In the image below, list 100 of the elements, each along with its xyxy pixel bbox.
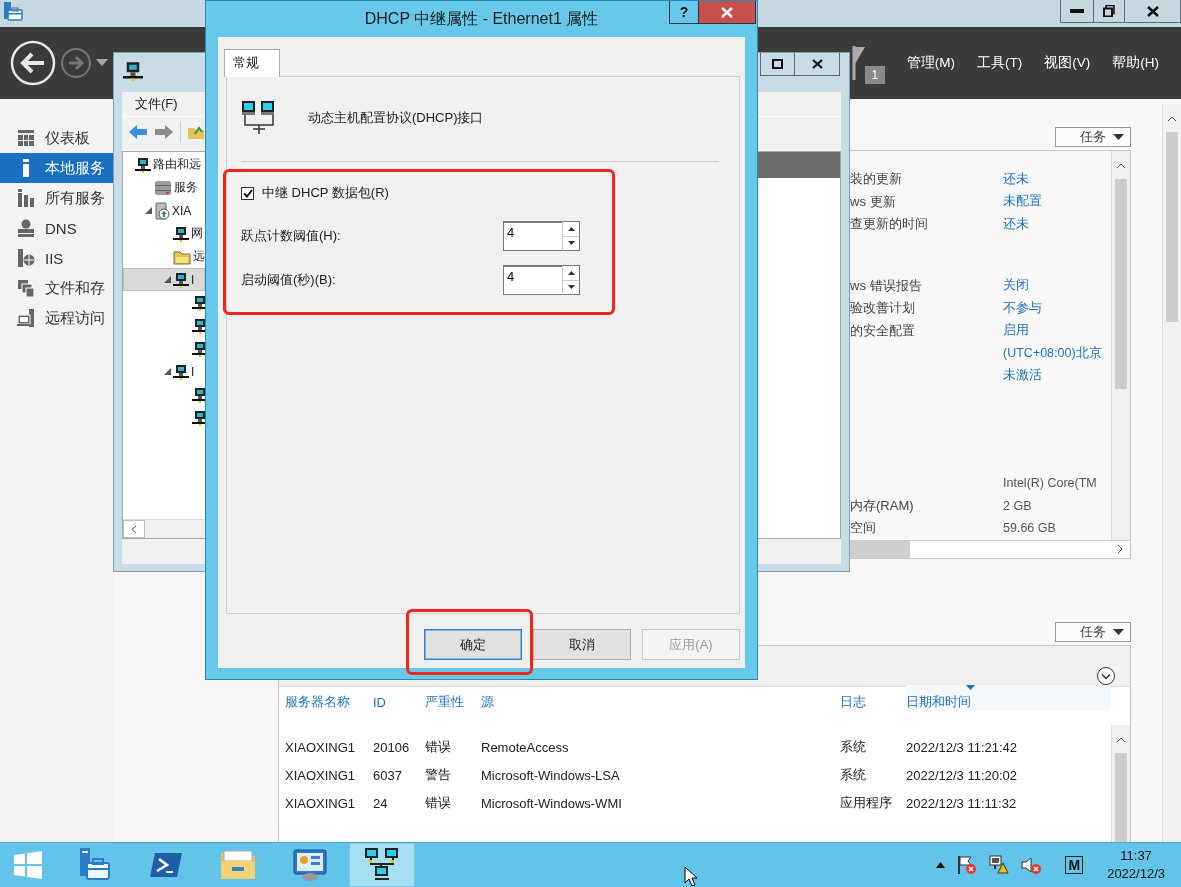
relay-checkbox[interactable]: 中继 DHCP 数据包(R) [241,183,719,203]
property-link[interactable]: 未配置 [1003,193,1042,211]
folder-icon [173,248,191,265]
scroll-thumb[interactable] [1115,179,1127,389]
forward-arrow-icon[interactable] [154,124,174,140]
sort-arrow-icon [966,685,975,690]
back-arrow-icon[interactable] [128,124,148,140]
scroll-left-icon[interactable] [131,524,137,534]
taskbar-app[interactable] [349,843,415,887]
sidebar-item[interactable]: IIS [0,243,113,273]
tree-item[interactable]: I [123,268,205,291]
property-link[interactable]: 未激活 [1003,367,1042,385]
network-computer-icon [135,156,151,173]
sidebar-item[interactable]: 本地服务 [0,153,113,183]
web-server-icon [17,249,35,267]
scroll-up-icon[interactable] [1167,116,1177,122]
scroll-thumb[interactable] [1115,753,1127,842]
sidebar-item[interactable]: 文件和存 [0,273,113,303]
number-field[interactable]: 4 [503,221,562,251]
folder-icon [219,849,257,881]
back-button[interactable] [10,40,56,86]
tree-item[interactable]: 服务 [123,176,205,199]
close-icon [811,59,823,69]
column-header[interactable]: 源 [481,685,840,711]
tree-item[interactable]: I [123,360,205,383]
forward-button[interactable] [60,47,92,79]
column-header[interactable]: 服务器名称 [285,685,373,711]
scrollbar[interactable] [1111,725,1130,842]
expand-button[interactable] [1096,666,1116,686]
restore-icon [1103,5,1115,17]
tree-item[interactable]: XIA [123,199,205,222]
horizontal-scrollbar[interactable] [850,540,1130,558]
input-method-indicator[interactable]: M [1065,856,1084,874]
menu-item[interactable]: 文件(F) [135,95,178,113]
collapse-arrow-icon[interactable] [163,276,171,283]
property-label: ws 更新 [850,192,897,211]
table-cell-text: 错误 [425,738,452,756]
tree-item[interactable]: 网 [123,222,205,245]
server-manager-icon [77,847,111,883]
menu-item[interactable]: 帮助(H) [1112,54,1159,72]
property-link[interactable]: (UTC+08:00)北京 [1003,344,1102,362]
menu-item[interactable]: 管理(M) [906,54,955,72]
description-text: 动态主机配置协议(DHCP)接口 [308,109,484,127]
sidebar-item[interactable]: DNS [0,213,113,243]
horizontal-scrollbar[interactable] [123,519,205,538]
property-link[interactable]: 启用 [1003,322,1029,340]
menu-item[interactable]: 视图(V) [1044,54,1091,72]
property-label: 空间 [850,519,877,538]
caret-icon [1113,134,1124,140]
scroll-thumb[interactable] [850,541,910,558]
property-link[interactable]: 还未 [1003,170,1029,188]
scrollbar[interactable] [1111,151,1130,540]
speaker-muted-icon[interactable] [1021,855,1044,875]
column-header[interactable]: ID [373,686,425,710]
scroll-thumb[interactable] [1166,132,1178,322]
collapse-arrow-icon[interactable] [163,368,171,375]
field-label: 跃点计数阈值(H): [241,227,342,245]
windows-logo-icon [13,851,42,879]
terminal-icon [149,851,183,879]
table-cell-text: 6037 [373,767,403,783]
sidebar-item[interactable]: 仪表板 [0,123,113,153]
scroll-up-icon[interactable] [1116,737,1126,743]
menu-item[interactable]: 工具(T) [977,54,1023,72]
tasks-dropdown[interactable]: 任务 [1055,127,1131,147]
column-header[interactable]: 日志 [840,685,906,711]
tree-item[interactable]: 远 [123,245,205,268]
table-cell-text: 20106 [373,739,411,755]
folder-up-icon[interactable] [187,124,205,140]
network-computer-icon [123,61,143,81]
flag-alert-icon[interactable] [957,855,978,875]
clock[interactable]: 11:37 2022/12/3 [1107,847,1165,883]
scroll-up-icon[interactable] [1116,163,1126,169]
scrollbar[interactable] [1162,104,1181,842]
column-header[interactable]: 日期和时间 [906,685,1111,711]
history-dropdown[interactable] [96,59,108,67]
tree-item[interactable]: 路由和远 [123,153,205,176]
number-field[interactable]: 4 [503,265,562,295]
table-cell-text: 系统 [840,766,867,784]
property-label: 验改善计划 [850,299,916,318]
close-button[interactable] [699,1,756,24]
property-link[interactable]: 还未 [1003,215,1029,233]
flag-icon[interactable] [851,46,865,80]
network-warning-icon[interactable] [989,855,1010,875]
ok-button[interactable]: 确定 [424,629,522,660]
table-cell-text: XIAOXING1 [285,767,357,783]
column-header[interactable]: 严重性 [425,685,481,711]
tab[interactable]: 常规 [224,49,280,77]
property-label: ws 错误报告 [850,276,923,295]
property-value: 2 GB [1003,498,1032,513]
property-link[interactable]: 不参与 [1003,299,1042,317]
server-manager-icon [2,1,24,23]
down-arrow-icon [567,241,575,246]
tasks-dropdown[interactable]: 任务 [1055,622,1131,642]
property-link[interactable]: 关闭 [1003,277,1029,295]
show-hidden-icons-button[interactable] [936,862,946,868]
sidebar-item[interactable]: 远程访问 [0,303,113,333]
cancel-button[interactable]: 取消 [533,629,631,660]
collapse-arrow-icon[interactable] [144,207,152,214]
sidebar-item[interactable]: 所有服务 [0,183,113,213]
server-icon [154,201,170,220]
